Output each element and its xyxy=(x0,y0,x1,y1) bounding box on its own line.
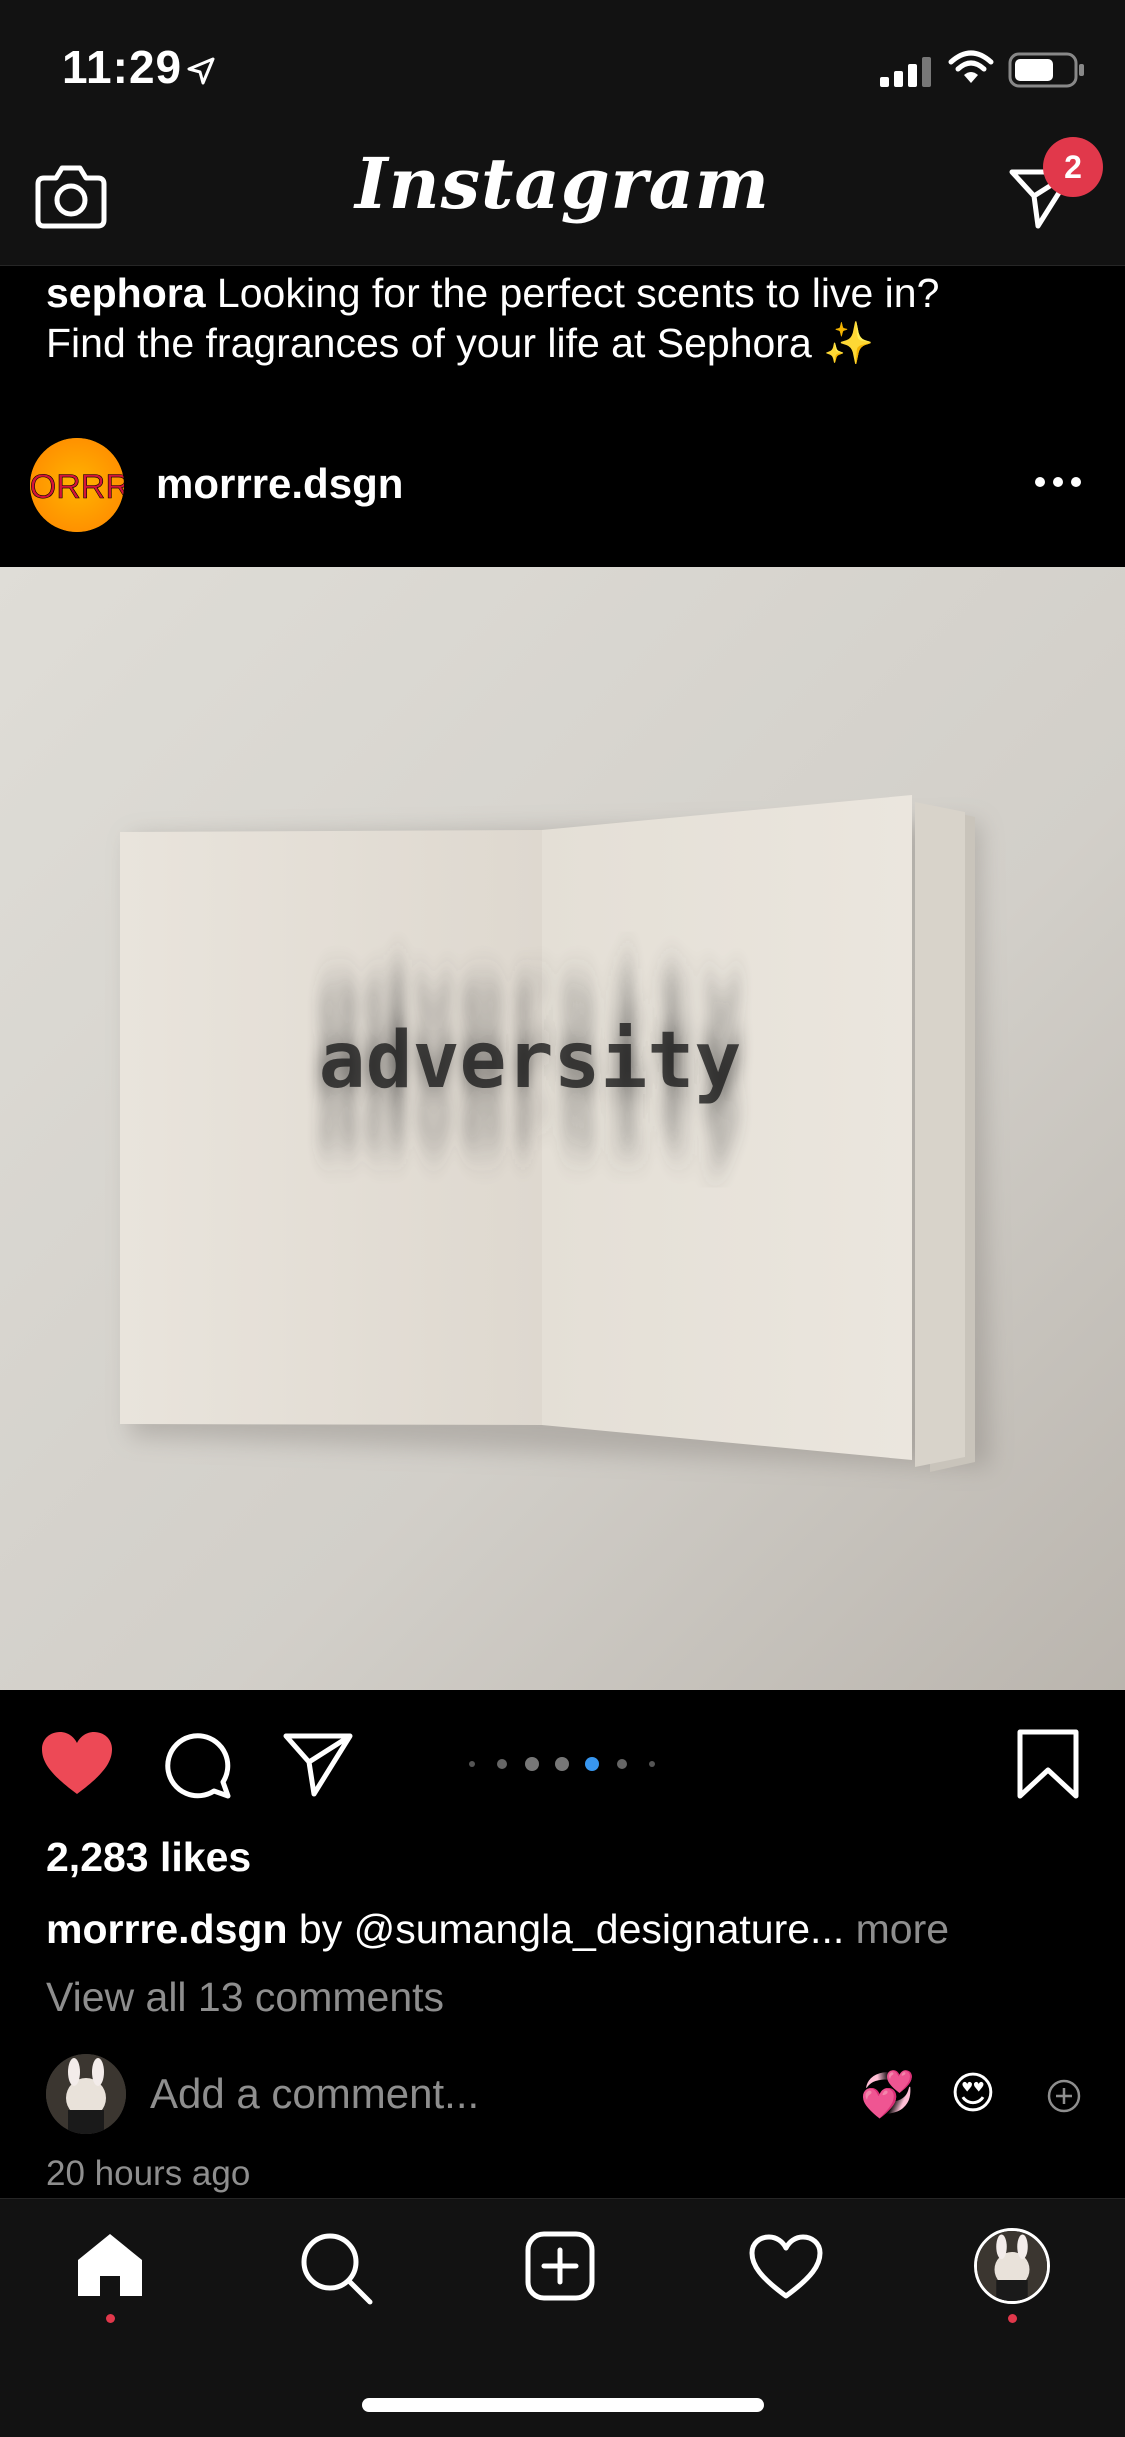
app-logo: Instagram xyxy=(355,142,770,225)
add-comment-input[interactable]: Add a comment... xyxy=(150,2070,479,2118)
previous-post-username[interactable]: sephora xyxy=(46,270,206,316)
home-indicator[interactable] xyxy=(362,2398,764,2412)
profile-notification-dot xyxy=(1008,2314,1017,2323)
post-author-avatar[interactable]: MORRRE xyxy=(30,438,124,532)
battery-icon xyxy=(1008,52,1084,88)
status-time: 11:29 xyxy=(62,41,183,93)
post-author-username[interactable]: morrre.dsgn xyxy=(156,460,403,508)
post-image[interactable]: adversity adversity adversity adversity xyxy=(0,567,1125,1690)
new-post-icon[interactable] xyxy=(524,2230,596,2302)
post-caption: morrre.dsgn by @sumangla_designature... … xyxy=(46,1906,1106,1953)
wifi-icon xyxy=(948,50,994,83)
activity-heart-icon[interactable] xyxy=(748,2234,824,2300)
carousel-indicator xyxy=(465,1756,665,1772)
comment-icon[interactable] xyxy=(162,1730,232,1800)
current-user-avatar xyxy=(46,2054,126,2134)
quick-emoji-heart-eyes[interactable]: 😍 xyxy=(950,2068,996,2119)
caption-text: by @sumangla_designature... xyxy=(287,1906,845,1952)
bookmark-icon[interactable] xyxy=(1016,1728,1080,1800)
direct-badge: 2 xyxy=(1043,137,1103,197)
svg-text:MORRRE: MORRRE xyxy=(30,468,124,506)
caption-more-link[interactable]: more xyxy=(844,1906,949,1952)
add-emoji-icon[interactable] xyxy=(1046,2078,1082,2114)
caption-username[interactable]: morrre.dsgn xyxy=(46,1906,288,1952)
location-arrow-icon xyxy=(187,57,215,85)
quick-emoji-hearts[interactable]: 💞 xyxy=(860,2068,915,2120)
like-heart-icon[interactable] xyxy=(40,1730,114,1796)
previous-post-caption-line2: Find the fragrances of your life at Seph… xyxy=(46,320,875,366)
profile-avatar[interactable] xyxy=(974,2228,1050,2304)
share-icon[interactable] xyxy=(282,1730,354,1798)
likes-count[interactable]: 2,283 likes xyxy=(46,1834,251,1881)
post-timestamp: 20 hours ago xyxy=(46,2154,251,2193)
home-notification-dot xyxy=(106,2314,115,2323)
view-all-comments-link[interactable]: View all 13 comments xyxy=(46,1974,444,2021)
more-options-icon[interactable] xyxy=(1030,470,1086,494)
previous-post-caption: sephora Looking for the perfect scents t… xyxy=(46,268,1086,368)
signal-icon xyxy=(880,57,931,87)
avatar-logo-image: MORRRE xyxy=(30,438,124,532)
home-icon[interactable] xyxy=(74,2232,146,2298)
search-icon[interactable] xyxy=(298,2230,374,2306)
image-word: adversity xyxy=(319,1016,742,1106)
previous-post-caption-line1: Looking for the perfect scents to live i… xyxy=(216,270,940,316)
